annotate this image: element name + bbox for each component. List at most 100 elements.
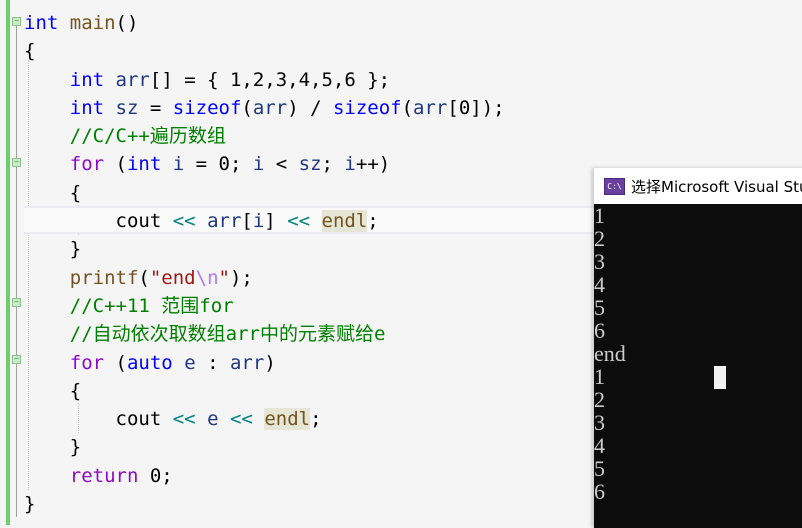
code-token: int	[69, 68, 105, 91]
code-token: arr	[252, 96, 288, 119]
code-token: arr	[207, 210, 242, 233]
code-token: }	[24, 493, 36, 516]
code-token: =	[138, 96, 173, 119]
change-tracking-bar	[6, 0, 10, 525]
console-cursor	[714, 366, 726, 389]
code-line[interactable]: }	[24, 433, 505, 461]
code-token: <<	[172, 210, 196, 233]
code-token: "end	[149, 266, 196, 289]
collapse-for-loop-icon[interactable]: −	[12, 158, 21, 167]
console-output-line: 4	[594, 272, 605, 297]
code-line[interactable]: //C/C++遍历数组	[24, 122, 505, 150]
code-token: (	[138, 266, 150, 289]
code-line[interactable]: {	[24, 37, 505, 65]
outline-line	[16, 22, 17, 517]
code-token: arr	[413, 96, 448, 119]
code-token: "	[218, 266, 230, 289]
code-token: (	[401, 96, 414, 119]
code-token: [0]);	[447, 96, 505, 119]
code-token: ]	[264, 210, 288, 233]
code-line[interactable]: int sz = sizeof(arr) / sizeof(arr[0]);	[24, 94, 505, 122]
code-line[interactable]: {	[24, 377, 505, 405]
console-output-line: 3	[594, 249, 605, 274]
code-line[interactable]: {	[24, 179, 505, 207]
code-token: \n	[195, 266, 219, 289]
console-output-line: 6	[594, 479, 605, 504]
code-token: (	[104, 351, 127, 374]
code-token: 0;	[138, 464, 173, 487]
code-line[interactable]: for (int i = 0; i < sz; i++)	[24, 150, 505, 178]
code-token: main	[69, 12, 116, 34]
code-line[interactable]: cout << e << endl;	[24, 405, 505, 433]
code-token: e	[207, 408, 219, 431]
console-app-icon: C:\	[604, 177, 625, 195]
code-line[interactable]: }	[24, 490, 505, 518]
collapse-main-icon[interactable]: −	[12, 17, 21, 26]
code-token: ++)	[355, 153, 391, 176]
code-line[interactable]: for (auto e : arr)	[24, 349, 505, 377]
code-token: {	[24, 379, 82, 402]
code-token: //自动依次取数组arr中的元素赋给e	[69, 323, 386, 346]
code-line[interactable]: //自动依次取数组arr中的元素赋给e	[24, 320, 505, 348]
console-output-line: 5	[594, 456, 605, 481]
code-token: <	[264, 153, 299, 176]
code-line[interactable]: cout << arr[i] << endl;	[24, 207, 505, 235]
code-token: <<	[287, 210, 311, 233]
code-token: [	[241, 210, 253, 233]
code-token: for	[69, 153, 105, 176]
code-token: printf	[69, 266, 139, 289]
code-token: {	[24, 181, 82, 204]
console-output-line: 5	[594, 295, 605, 320]
code-editor[interactable]: int main(){ int arr[] = { 1,2,3,4,5,6 };…	[24, 9, 505, 518]
code-token: i	[172, 153, 185, 176]
code-line[interactable]: printf("end\n");	[24, 264, 505, 292]
code-line[interactable]: }	[24, 235, 505, 263]
code-token: sizeof	[332, 96, 402, 119]
code-token: endl	[321, 210, 368, 233]
code-token: <<	[172, 408, 196, 431]
code-line[interactable]: //C++11 范围for	[24, 292, 505, 320]
code-token: }	[24, 238, 82, 261]
code-token: );	[229, 266, 253, 289]
console-output-line: 4	[594, 433, 605, 458]
console-output: 1 2 3 4 5 6 end 1 2 3 4 5 6	[594, 204, 802, 503]
console-title-bar[interactable]: C:\ 选择Microsoft Visual Stu	[594, 168, 802, 204]
code-token: //C/C++遍历数组	[69, 125, 226, 148]
code-token: ;	[367, 210, 379, 233]
collapse-range-for-icon[interactable]: −	[12, 355, 21, 364]
code-token: <<	[229, 408, 253, 431]
code-token: = 0;	[184, 153, 253, 176]
code-line[interactable]: int main()	[24, 9, 505, 37]
code-token: arr	[115, 68, 150, 91]
console-title: 选择Microsoft Visual Stu	[631, 177, 802, 196]
code-token: sz	[298, 153, 322, 176]
console-output-line: 2	[594, 226, 605, 251]
code-token: cout	[24, 408, 173, 431]
code-token: endl	[264, 408, 311, 431]
console-output-line: 3	[594, 410, 605, 435]
code-line[interactable]: return 0;	[24, 462, 505, 490]
code-line[interactable]: int arr[] = { 1,2,3,4,5,6 };	[24, 66, 505, 94]
code-token: }	[24, 436, 82, 459]
code-token: int	[126, 153, 162, 176]
code-token: (	[104, 153, 127, 176]
console-output-line: 1	[594, 364, 605, 389]
collapse-comment-icon[interactable]: −	[12, 298, 21, 307]
code-token: sizeof	[172, 96, 242, 119]
console-window[interactable]: C:\ 选择Microsoft Visual Stu 1 2 3 4 5 6 end 1 2 3 4…	[594, 168, 802, 528]
code-token: for	[69, 351, 105, 374]
